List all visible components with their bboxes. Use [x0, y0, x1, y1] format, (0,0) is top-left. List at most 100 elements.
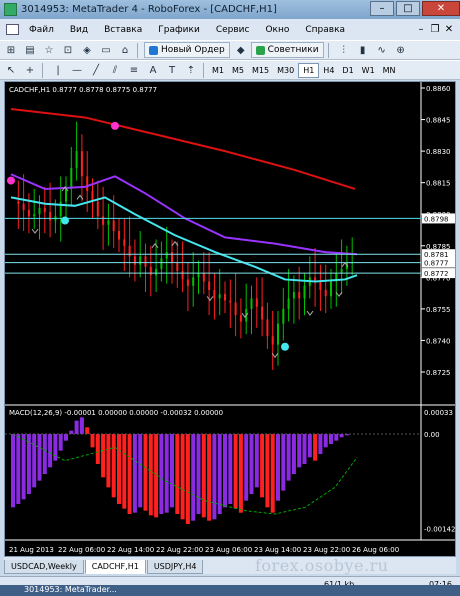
candle-body [340, 268, 343, 274]
data-window-icon[interactable]: ⊡ [60, 43, 76, 58]
menu-file[interactable]: Файл [21, 25, 62, 35]
navigator-icon[interactable]: ◈ [79, 43, 95, 58]
bar-chart-icon[interactable]: ⫶ [336, 43, 352, 58]
new-chart-icon[interactable]: ⊞ [3, 43, 19, 58]
timeframe-h1[interactable]: H1 [298, 62, 320, 78]
expert-advisors-button[interactable]: Советники [250, 42, 324, 58]
metaeditor-icon[interactable]: ◆ [233, 43, 249, 58]
macd-bar [42, 434, 47, 474]
candle-body [149, 266, 152, 276]
text-icon[interactable]: A [145, 63, 161, 78]
candle-body [202, 273, 205, 282]
vertical-line-icon[interactable]: | [50, 63, 66, 78]
toolbar-divider [327, 42, 329, 58]
macd-bar [138, 434, 143, 508]
macd-bar [21, 434, 26, 500]
menu-tools[interactable]: Сервис [208, 25, 258, 35]
taskbar-item[interactable]: 3014953: MetaTrader... [12, 585, 117, 596]
price-tick-label: 0.8785 [426, 243, 451, 251]
price-tick-label: 0.8845 [426, 117, 451, 125]
macd-bar [127, 434, 132, 514]
chart-area[interactable]: 0.8798 0.8781 0.8777 0.8772 CADCHF,H1 0.877… [4, 81, 456, 557]
candle-body [234, 302, 237, 316]
candle-body [43, 207, 46, 213]
tester-icon[interactable]: ⌂ [117, 43, 133, 58]
menu-help[interactable]: Справка [297, 25, 353, 35]
macd-bar [64, 434, 68, 441]
menu-window[interactable]: Окно [257, 25, 297, 35]
macd-bar [212, 434, 217, 520]
timeframe-m15[interactable]: M15 [248, 64, 273, 77]
arrows-icon[interactable]: ⇡ [183, 63, 199, 78]
time-tick-label: 22 Aug 06:00 [58, 546, 105, 554]
macd-bar [53, 434, 58, 461]
new-order-label: Новый Ордер [161, 45, 225, 55]
fibonacci-icon[interactable]: ≡ [126, 63, 142, 78]
candle-body [27, 210, 30, 217]
tab-usdcad[interactable]: USDCAD,Weekly [4, 560, 84, 574]
zoom-in-icon[interactable]: ⊕ [393, 43, 409, 58]
child-restore-button[interactable]: ❐ [428, 24, 442, 35]
price-chart[interactable]: 0.87980.87810.87770.8772 CADCHF,H1 0.877… [5, 82, 456, 557]
terminal-icon[interactable]: ▭ [98, 43, 114, 58]
market-watch-icon[interactable]: ☆ [41, 43, 57, 58]
macd-bar [74, 420, 79, 434]
candle-body [186, 279, 189, 286]
macd-bar [16, 434, 21, 504]
menu-view[interactable]: Вид [62, 25, 96, 35]
tab-cadchf[interactable]: CADCHF,H1 [84, 560, 146, 574]
timeframe-m5[interactable]: M5 [228, 64, 248, 77]
crosshair-icon[interactable]: + [22, 63, 38, 78]
profiles-icon[interactable]: ▤ [22, 43, 38, 58]
timeframe-mn[interactable]: MN [379, 64, 400, 77]
macd-bar [111, 434, 116, 498]
candle-body [123, 239, 126, 246]
candle-body [319, 281, 322, 290]
cursor-icon[interactable]: ↖ [3, 63, 19, 78]
candle-body [266, 319, 269, 337]
macd-bar [228, 434, 233, 504]
new-order-icon [149, 45, 158, 55]
timeframe-m1[interactable]: M1 [208, 64, 228, 77]
macd-bar [164, 434, 169, 513]
macd-bar [90, 434, 95, 448]
toolbar-divider [203, 62, 204, 78]
channel-icon[interactable]: ⫽ [107, 63, 123, 78]
macd-bar [95, 434, 100, 464]
label-icon[interactable]: T [164, 63, 180, 78]
line-chart-icon[interactable]: ∿ [374, 43, 390, 58]
maximize-button[interactable]: □ [396, 1, 420, 16]
timeframe-d1[interactable]: D1 [338, 64, 357, 77]
macd-bar [122, 434, 127, 509]
signal-dot [111, 121, 119, 130]
timeframe-m30[interactable]: M30 [273, 64, 298, 77]
macd-bar [318, 434, 323, 454]
menu-insert[interactable]: Вставка [96, 25, 150, 35]
menu-charts[interactable]: Графики [150, 25, 208, 35]
child-minimize-button[interactable]: – [414, 24, 428, 35]
new-order-button[interactable]: Новый Ордер [144, 42, 230, 58]
macd-bar [223, 434, 227, 508]
macd-bar [270, 434, 275, 513]
candle-body [49, 212, 52, 221]
macd-bar [260, 434, 265, 498]
price-tick-label: 0.8740 [426, 337, 451, 345]
candle-body [282, 308, 285, 324]
candles-icon[interactable]: ▮ [355, 43, 371, 58]
trendline-icon[interactable]: ╱ [88, 63, 104, 78]
tab-usdjpy[interactable]: USDJPY,H4 [146, 560, 204, 574]
macd-bar [32, 434, 37, 488]
horizontal-line-icon[interactable]: — [69, 63, 85, 78]
timeframe-w1[interactable]: W1 [358, 64, 379, 77]
minimize-button[interactable]: – [370, 1, 394, 16]
timeframe-h4[interactable]: H4 [319, 64, 338, 77]
macd-bar [58, 434, 63, 451]
time-tick-label: 23 Aug 14:00 [254, 546, 301, 554]
candle-body [192, 277, 195, 286]
candle-body [197, 273, 200, 278]
close-button[interactable]: ✕ [422, 1, 460, 16]
child-close-button[interactable]: ✕ [442, 24, 456, 35]
candle-body [22, 203, 25, 211]
macd-bar [26, 434, 31, 494]
candle-body [224, 294, 226, 301]
